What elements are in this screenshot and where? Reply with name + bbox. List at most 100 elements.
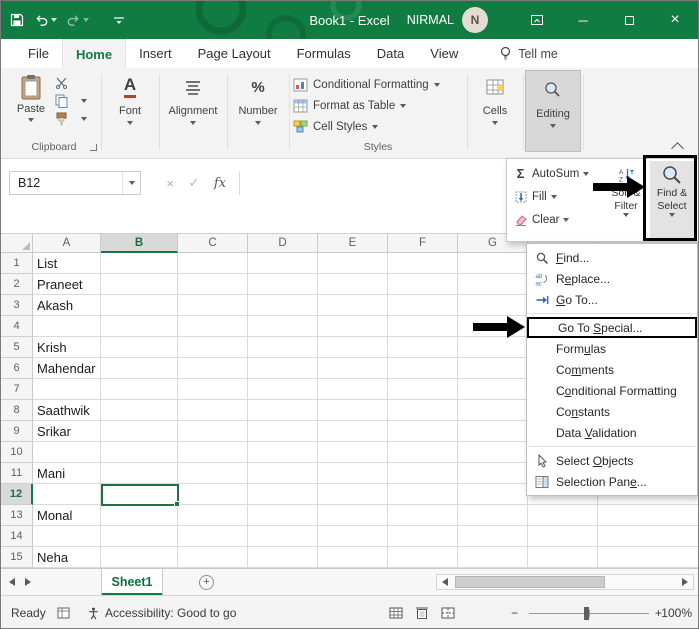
row-header-3[interactable]: 3 — [1, 295, 33, 316]
cell-D8[interactable] — [248, 400, 318, 421]
format-painter-button[interactable] — [55, 112, 68, 126]
row-header-7[interactable]: 7 — [1, 379, 33, 400]
horizontal-scrollbar[interactable] — [436, 574, 694, 590]
zoom-level[interactable]: 100% — [661, 596, 692, 629]
cell-A12[interactable] — [33, 484, 101, 505]
clear-button[interactable]: Clear — [513, 209, 601, 230]
copy-button[interactable] — [55, 94, 68, 108]
cell-F10[interactable] — [388, 442, 458, 463]
cell-E11[interactable] — [318, 463, 388, 484]
tab-view[interactable]: View — [417, 39, 471, 68]
cell-D2[interactable] — [248, 274, 318, 295]
cell-C11[interactable] — [178, 463, 248, 484]
cell-F8[interactable] — [388, 400, 458, 421]
cell-G1[interactable] — [458, 253, 528, 274]
cell-B13[interactable] — [101, 505, 178, 526]
cell-A3[interactable]: Akash — [33, 295, 101, 316]
cell-C13[interactable] — [178, 505, 248, 526]
menu-item-comments[interactable]: Comments — [527, 359, 697, 380]
cell-B1[interactable] — [101, 253, 178, 274]
cell-E8[interactable] — [318, 400, 388, 421]
cell-F2[interactable] — [388, 274, 458, 295]
ribbon-display-options-button[interactable] — [514, 1, 560, 39]
cell-D9[interactable] — [248, 421, 318, 442]
row-header-10[interactable]: 10 — [1, 442, 33, 463]
cell-B5[interactable] — [101, 337, 178, 358]
cell-D3[interactable] — [248, 295, 318, 316]
chevron-down-icon[interactable] — [81, 117, 87, 121]
fill-button[interactable]: Fill — [513, 186, 601, 207]
row-header-4[interactable]: 4 — [1, 316, 33, 337]
cell-F11[interactable] — [388, 463, 458, 484]
cell-F14[interactable] — [388, 526, 458, 547]
cell-D15[interactable] — [248, 547, 318, 568]
column-header-e[interactable]: E — [318, 234, 388, 253]
name-box[interactable]: B12 — [9, 171, 141, 195]
scrollbar-thumb[interactable] — [455, 576, 605, 588]
account-area[interactable]: NIRMAL N — [407, 1, 488, 39]
cell-A5[interactable]: Krish — [33, 337, 101, 358]
menu-item-data-validation[interactable]: Data Validation — [527, 422, 697, 443]
active-cell-outline-B12[interactable] — [101, 484, 179, 506]
cell-C3[interactable] — [178, 295, 248, 316]
cell-B8[interactable] — [101, 400, 178, 421]
cell-F12[interactable] — [388, 484, 458, 505]
cell-E10[interactable] — [318, 442, 388, 463]
menu-item-select-objects[interactable]: Select Objects — [527, 450, 697, 471]
cell-E1[interactable] — [318, 253, 388, 274]
fill-handle[interactable] — [174, 501, 180, 507]
cell-F3[interactable] — [388, 295, 458, 316]
cell-B6[interactable] — [101, 358, 178, 379]
cell-F6[interactable] — [388, 358, 458, 379]
cell-A11[interactable]: Mani — [33, 463, 101, 484]
cell-G11[interactable] — [458, 463, 528, 484]
cell-E13[interactable] — [318, 505, 388, 526]
number-button[interactable]: % Number — [227, 72, 289, 125]
cell-B15[interactable] — [101, 547, 178, 568]
format-as-table-button[interactable]: Format as Table — [293, 95, 465, 116]
cell-G15[interactable] — [458, 547, 528, 568]
maximize-button[interactable] — [606, 1, 652, 39]
cell-C4[interactable] — [178, 316, 248, 337]
scroll-left-button[interactable] — [437, 575, 453, 589]
cell-E4[interactable] — [318, 316, 388, 337]
cell-G6[interactable] — [458, 358, 528, 379]
cell-F1[interactable] — [388, 253, 458, 274]
cell-D6[interactable] — [248, 358, 318, 379]
row-header-11[interactable]: 11 — [1, 463, 33, 484]
cell-C15[interactable] — [178, 547, 248, 568]
cell-B11[interactable] — [101, 463, 178, 484]
cell-F13[interactable] — [388, 505, 458, 526]
find-select-button[interactable]: Find & Select — [650, 161, 694, 240]
conditional-formatting-button[interactable]: Conditional Formatting — [293, 74, 465, 95]
cancel-button[interactable]: × — [159, 171, 181, 195]
cells-button[interactable]: Cells — [467, 72, 523, 125]
cell-C6[interactable] — [178, 358, 248, 379]
font-button[interactable]: A Font — [101, 72, 159, 125]
cell-A13[interactable]: Monal — [33, 505, 101, 526]
cell-C7[interactable] — [178, 379, 248, 400]
tab-insert[interactable]: Insert — [126, 39, 185, 68]
cell-D12[interactable] — [248, 484, 318, 505]
cell-A2[interactable]: Praneet — [33, 274, 101, 295]
cell-F4[interactable] — [388, 316, 458, 337]
clipboard-dialog-launcher[interactable] — [90, 144, 97, 151]
minimize-button[interactable]: ─ — [560, 1, 606, 39]
cell-A4[interactable] — [33, 316, 101, 337]
editing-button[interactable]: Editing — [525, 70, 581, 152]
zoom-slider[interactable] — [529, 596, 649, 629]
menu-item-formulas[interactable]: Formulas — [527, 338, 697, 359]
paste-button[interactable]: Paste — [11, 74, 51, 122]
menu-item-go-to[interactable]: Go To... — [527, 289, 697, 310]
cell-F9[interactable] — [388, 421, 458, 442]
cell-E6[interactable] — [318, 358, 388, 379]
view-page-break-button[interactable] — [441, 596, 455, 629]
tab-data[interactable]: Data — [364, 39, 417, 68]
cell-G2[interactable] — [458, 274, 528, 295]
menu-item-conditional-formatting[interactable]: Conditional Formatting — [527, 380, 697, 401]
tab-home[interactable]: Home — [62, 39, 126, 68]
row-header-6[interactable]: 6 — [1, 358, 33, 379]
cell-A7[interactable] — [33, 379, 101, 400]
cell-styles-button[interactable]: Cell Styles — [293, 116, 465, 137]
cell-D11[interactable] — [248, 463, 318, 484]
